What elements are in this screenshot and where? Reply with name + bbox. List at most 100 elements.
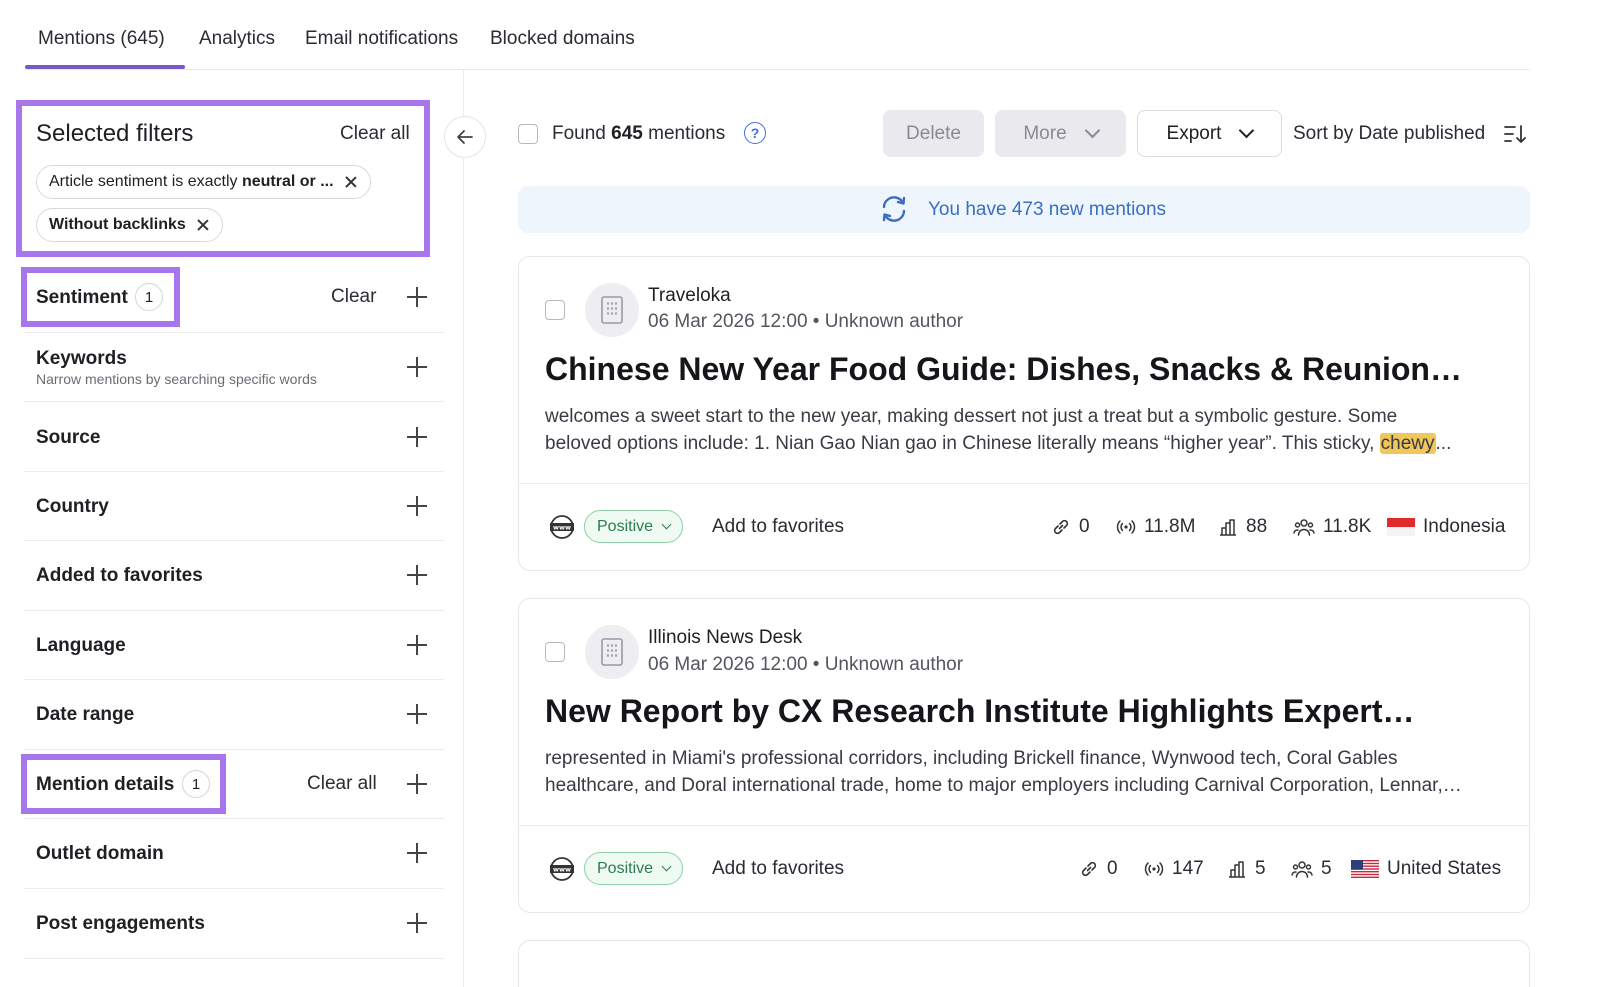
filter-row-country[interactable]: Country (24, 472, 444, 541)
chevron-down-icon (661, 861, 672, 872)
clear-mention-details-button[interactable]: Clear all (307, 773, 377, 795)
mention-checkbox[interactable] (545, 642, 565, 662)
link-icon (1081, 861, 1097, 877)
mention-title[interactable]: New Report by CX Research Institute High… (545, 693, 1414, 730)
plus-icon[interactable] (407, 357, 427, 377)
filter-description: Narrow mentions by searching specific wo… (36, 371, 317, 387)
country-stat: Indonesia (1387, 516, 1505, 538)
filter-label: Source (36, 427, 101, 448)
source-name[interactable]: Illinois News Desk (648, 627, 802, 649)
filter-row-favorites[interactable]: Added to favorites (24, 541, 444, 611)
backlinks-stat: 0 (1079, 858, 1118, 880)
mention-meta: 06 Mar 2026 12:00 • Unknown author (648, 311, 964, 332)
plus-icon[interactable] (407, 287, 427, 307)
filter-label: Keywords (36, 348, 127, 369)
users-icon (1291, 861, 1313, 878)
collapse-sidebar-button[interactable] (444, 116, 486, 158)
plus-icon[interactable] (407, 427, 427, 447)
filter-row-post-engagements[interactable]: Post engagements (24, 889, 444, 959)
tab-mentions[interactable]: Mentions (645) (38, 28, 165, 50)
filter-label: Date range (36, 704, 135, 725)
users-icon (1293, 519, 1315, 536)
plus-icon[interactable] (407, 565, 427, 585)
filter-row-date-range[interactable]: Date range (24, 680, 444, 750)
mention-checkbox[interactable] (545, 300, 565, 320)
clear-sentiment-button[interactable]: Clear (331, 286, 376, 308)
plus-icon[interactable] (407, 704, 427, 724)
plus-icon[interactable] (407, 913, 427, 933)
reach-stat: 11.8M (1116, 516, 1195, 538)
tab-email-notifications[interactable]: Email notifications (305, 28, 458, 50)
card-divider (519, 825, 1529, 826)
export-button[interactable]: Export (1137, 110, 1282, 157)
sentiment-dropdown[interactable]: Positive (584, 510, 684, 543)
found-count: 645 (611, 123, 643, 144)
filter-chip-label: Without backlinks (49, 216, 186, 233)
country-stat: United States (1351, 858, 1501, 880)
plus-icon[interactable] (407, 843, 427, 863)
chevron-down-icon (1239, 122, 1255, 139)
refresh-icon (882, 196, 906, 222)
broadcast-icon (1116, 520, 1136, 534)
new-mentions-text[interactable]: You have 473 new mentions (928, 199, 1166, 221)
sort-icon[interactable] (1504, 124, 1526, 144)
mention-snippet: welcomes a sweet start to the new year, … (545, 406, 1452, 454)
filter-chip-sentiment[interactable]: Article sentiment is exactly neutral or … (36, 165, 371, 199)
plus-icon[interactable] (407, 635, 427, 655)
sort-dropdown[interactable]: Sort by Date published (1293, 123, 1485, 145)
indonesia-flag-icon (1387, 518, 1415, 536)
select-all-checkbox[interactable] (518, 124, 538, 144)
www-globe-icon: www (550, 857, 574, 881)
svg-text:www: www (553, 866, 571, 874)
add-to-favorites-button[interactable]: Add to favorites (712, 858, 844, 880)
filter-chip-prefix: Article sentiment is exactly (49, 173, 242, 190)
audience-stat: 11.8K (1293, 516, 1371, 538)
delete-button[interactable]: Delete (883, 110, 984, 157)
help-icon[interactable]: ? (744, 122, 766, 144)
source-name[interactable]: Traveloka (648, 285, 731, 307)
close-icon[interactable] (196, 218, 210, 232)
filter-row-language[interactable]: Language (24, 611, 444, 680)
selected-filters-title: Selected filters (36, 120, 194, 147)
broadcast-icon (1144, 862, 1164, 876)
card-divider (519, 483, 1529, 484)
filter-label: Language (36, 635, 126, 656)
arrow-left-icon (457, 130, 473, 144)
sentiment-dropdown[interactable]: Positive (584, 852, 684, 885)
united-states-flag-icon (1351, 860, 1379, 878)
clear-all-filters-button[interactable]: Clear all (340, 123, 410, 145)
mention-card: Traveloka 06 Mar 2026 12:00 • Unknown au… (518, 256, 1530, 571)
chevron-down-icon (661, 519, 672, 530)
tab-blocked-domains[interactable]: Blocked domains (490, 28, 635, 50)
plus-icon[interactable] (407, 496, 427, 516)
mention-title[interactable]: Chinese New Year Food Guide: Dishes, Sna… (545, 351, 1462, 388)
bar-chart-icon (1220, 519, 1236, 536)
mention-details-highlight (21, 754, 226, 814)
source-avatar (585, 625, 639, 679)
more-button[interactable]: More (995, 110, 1126, 157)
add-to-favorites-button[interactable]: Add to favorites (712, 516, 844, 538)
building-icon (601, 296, 623, 324)
close-icon[interactable] (344, 175, 358, 189)
audience-stat: 5 (1291, 858, 1332, 880)
filter-row-outlet-domain[interactable]: Outlet domain (24, 819, 444, 889)
keyword-highlight: chewy (1379, 433, 1436, 454)
authority-stat: 5 (1227, 858, 1266, 880)
chevron-down-icon (1084, 122, 1100, 139)
filter-row-source[interactable]: Source (24, 402, 444, 472)
backlinks-stat: 0 (1051, 516, 1090, 538)
plus-icon[interactable] (407, 774, 427, 794)
tab-bar: Mentions (645) Analytics Email notificat… (25, 0, 1530, 70)
tab-analytics[interactable]: Analytics (199, 28, 275, 50)
building-icon (601, 638, 623, 666)
filter-label: Country (36, 496, 109, 517)
source-avatar (585, 283, 639, 337)
mention-snippet: represented in Miami's professional corr… (545, 748, 1462, 796)
mention-card: Illinois News Desk 06 Mar 2026 12:00 • U… (518, 598, 1530, 913)
reach-stat: 147 (1144, 858, 1204, 880)
found-count-text: Found 645 mentions (552, 123, 726, 144)
filter-chip-backlinks[interactable]: Without backlinks (36, 208, 223, 242)
link-icon (1053, 519, 1069, 535)
authority-stat: 88 (1218, 516, 1267, 538)
filter-row-keywords[interactable]: Keywords Narrow mentions by searching sp… (24, 333, 444, 402)
